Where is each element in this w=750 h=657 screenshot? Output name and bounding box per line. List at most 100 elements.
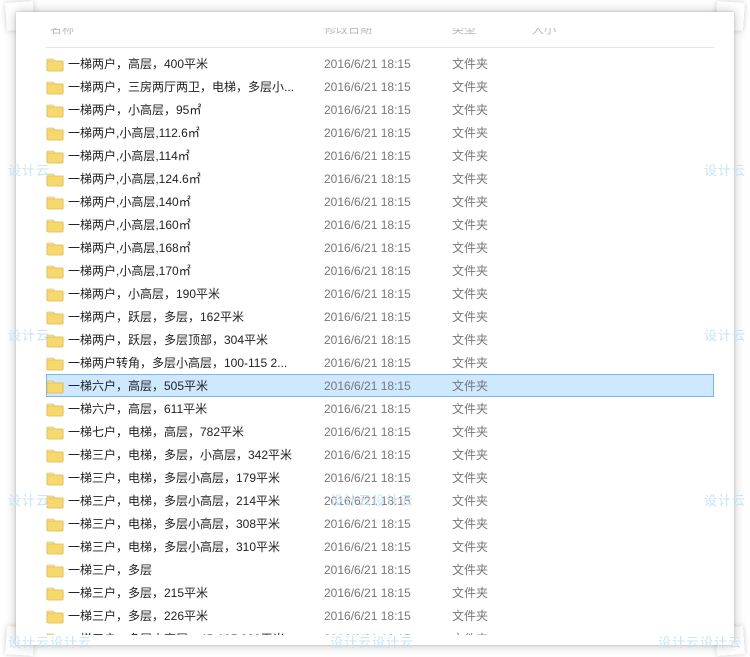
file-name: 一梯两户,小高层,170㎡ [68, 262, 324, 279]
file-name: 一梯两户,小高层,168㎡ [68, 239, 324, 256]
file-type: 文件夹 [452, 239, 532, 256]
file-name: 一梯两户，小高层，95㎡ [68, 101, 324, 118]
table-row[interactable]: 一梯三户，电梯，多层小高层，308平米2016/6/21 18:15文件夹 [46, 512, 714, 535]
folder-icon [46, 424, 64, 440]
file-date: 2016/6/21 18:15 [324, 517, 452, 531]
file-type: 文件夹 [452, 124, 532, 141]
folder-icon [46, 355, 64, 371]
folder-icon [46, 631, 64, 636]
file-type: 文件夹 [452, 101, 532, 118]
file-type: 文件夹 [452, 308, 532, 325]
folder-icon [46, 516, 64, 532]
file-date: 2016/6/21 18:15 [324, 80, 452, 94]
table-row[interactable]: 一梯三户，多层，226平米2016/6/21 18:15文件夹 [46, 604, 714, 627]
file-date: 2016/6/21 18:15 [324, 172, 452, 186]
file-type: 文件夹 [452, 170, 532, 187]
file-type: 文件夹 [452, 147, 532, 164]
folder-icon [46, 148, 64, 164]
table-row[interactable]: 一梯两户,小高层,114㎡2016/6/21 18:15文件夹 [46, 144, 714, 167]
file-type: 文件夹 [452, 607, 532, 624]
folder-icon [46, 194, 64, 210]
file-date: 2016/6/21 18:15 [324, 149, 452, 163]
file-date: 2016/6/21 18:15 [324, 540, 452, 554]
file-date: 2016/6/21 18:15 [324, 563, 452, 577]
header-name[interactable]: 名称 [46, 28, 324, 39]
file-name: 一梯六户，高层，611平米 [68, 400, 324, 417]
file-date: 2016/6/21 18:15 [324, 218, 452, 232]
file-name: 一梯三户，多层 [68, 561, 324, 578]
file-name: 一梯两户,小高层,140㎡ [68, 193, 324, 210]
file-type: 文件夹 [452, 400, 532, 417]
file-type: 文件夹 [452, 584, 532, 601]
table-row[interactable]: 一梯六户，高层，505平米2016/6/21 18:15文件夹 [46, 374, 714, 397]
folder-icon [46, 309, 64, 325]
file-name: 一梯三户，多层小高层，45-105 232平米 [68, 630, 324, 635]
table-row[interactable]: 一梯三户，电梯，多层小高层，179平米2016/6/21 18:15文件夹 [46, 466, 714, 489]
file-date: 2016/6/21 18:15 [324, 310, 452, 324]
table-row[interactable]: 一梯三户，多层2016/6/21 18:15文件夹 [46, 558, 714, 581]
table-row[interactable]: 一梯六户，高层，611平米2016/6/21 18:15文件夹 [46, 397, 714, 420]
table-row[interactable]: 一梯三户，电梯，多层小高层，214平米2016/6/21 18:15文件夹 [46, 489, 714, 512]
table-row[interactable]: 一梯七户，电梯，高层，782平米2016/6/21 18:15文件夹 [46, 420, 714, 443]
table-row[interactable]: 一梯两户，三房两厅两卫，电梯，多层小...2016/6/21 18:15文件夹 [46, 75, 714, 98]
table-row[interactable]: 一梯两户,小高层,140㎡2016/6/21 18:15文件夹 [46, 190, 714, 213]
file-type: 文件夹 [452, 469, 532, 486]
file-type: 文件夹 [452, 193, 532, 210]
table-row[interactable]: 一梯两户，高层，400平米2016/6/21 18:15文件夹 [46, 52, 714, 75]
file-name: 一梯六户，高层，505平米 [68, 377, 324, 394]
file-name: 一梯两户，跃层，多层顶部，304平米 [68, 331, 324, 348]
file-type: 文件夹 [452, 55, 532, 72]
header-date[interactable]: 修改日期 [324, 28, 452, 39]
file-type: 文件夹 [452, 630, 532, 635]
header-size[interactable]: 大小 [532, 28, 612, 39]
file-name: 一梯两户，小高层，190平米 [68, 285, 324, 302]
file-date: 2016/6/21 18:15 [324, 126, 452, 140]
file-name: 一梯三户，电梯，多层小高层，310平米 [68, 538, 324, 555]
file-type: 文件夹 [452, 216, 532, 233]
folder-icon [46, 332, 64, 348]
table-row[interactable]: 一梯两户,小高层,124.6㎡2016/6/21 18:15文件夹 [46, 167, 714, 190]
file-name: 一梯两户,小高层,124.6㎡ [68, 170, 324, 187]
file-type: 文件夹 [452, 285, 532, 302]
table-row[interactable]: 一梯两户,小高层,112.6㎡2016/6/21 18:15文件夹 [46, 121, 714, 144]
folder-icon [46, 562, 64, 578]
header-type[interactable]: 类型 [452, 28, 532, 39]
file-date: 2016/6/21 18:15 [324, 448, 452, 462]
folder-icon [46, 378, 64, 394]
table-row[interactable]: 一梯三户，电梯，多层，小高层，342平米2016/6/21 18:15文件夹 [46, 443, 714, 466]
file-date: 2016/6/21 18:15 [324, 471, 452, 485]
file-name: 一梯两户，跃层，多层，162平米 [68, 308, 324, 325]
table-row[interactable]: 一梯两户，跃层，多层，162平米2016/6/21 18:15文件夹 [46, 305, 714, 328]
table-row[interactable]: 一梯两户，小高层，95㎡2016/6/21 18:15文件夹 [46, 98, 714, 121]
table-row[interactable]: 一梯两户转角，多层小高层，100-115 2...2016/6/21 18:15… [46, 351, 714, 374]
file-date: 2016/6/21 18:15 [324, 632, 452, 636]
file-type: 文件夹 [452, 515, 532, 532]
file-date: 2016/6/21 18:15 [324, 586, 452, 600]
file-type: 文件夹 [452, 354, 532, 371]
file-date: 2016/6/21 18:15 [324, 57, 452, 71]
file-list[interactable]: 名称 修改日期 类型 大小 一梯两户，高层，400平米2016/6/21 18:… [46, 28, 714, 635]
folder-icon [46, 56, 64, 72]
column-headers[interactable]: 名称 修改日期 类型 大小 [46, 28, 714, 48]
file-name: 一梯两户,小高层,112.6㎡ [68, 124, 324, 141]
table-row[interactable]: 一梯两户，跃层，多层顶部，304平米2016/6/21 18:15文件夹 [46, 328, 714, 351]
table-row[interactable]: 一梯三户，多层小高层，45-105 232平米2016/6/21 18:15文件… [46, 627, 714, 635]
table-row[interactable]: 一梯两户，小高层，190平米2016/6/21 18:15文件夹 [46, 282, 714, 305]
table-row[interactable]: 一梯两户,小高层,170㎡2016/6/21 18:15文件夹 [46, 259, 714, 282]
folder-icon [46, 539, 64, 555]
folder-icon [46, 79, 64, 95]
table-row[interactable]: 一梯三户，电梯，多层小高层，310平米2016/6/21 18:15文件夹 [46, 535, 714, 558]
file-type: 文件夹 [452, 377, 532, 394]
file-date: 2016/6/21 18:15 [324, 379, 452, 393]
file-date: 2016/6/21 18:15 [324, 609, 452, 623]
table-row[interactable]: 一梯两户,小高层,160㎡2016/6/21 18:15文件夹 [46, 213, 714, 236]
file-name: 一梯三户，电梯，多层，小高层，342平米 [68, 446, 324, 463]
file-name: 一梯两户，高层，400平米 [68, 55, 324, 72]
folder-icon [46, 401, 64, 417]
file-type: 文件夹 [452, 262, 532, 279]
table-row[interactable]: 一梯两户,小高层,168㎡2016/6/21 18:15文件夹 [46, 236, 714, 259]
folder-icon [46, 102, 64, 118]
file-name: 一梯两户转角，多层小高层，100-115 2... [68, 354, 324, 371]
table-row[interactable]: 一梯三户，多层，215平米2016/6/21 18:15文件夹 [46, 581, 714, 604]
file-date: 2016/6/21 18:15 [324, 356, 452, 370]
